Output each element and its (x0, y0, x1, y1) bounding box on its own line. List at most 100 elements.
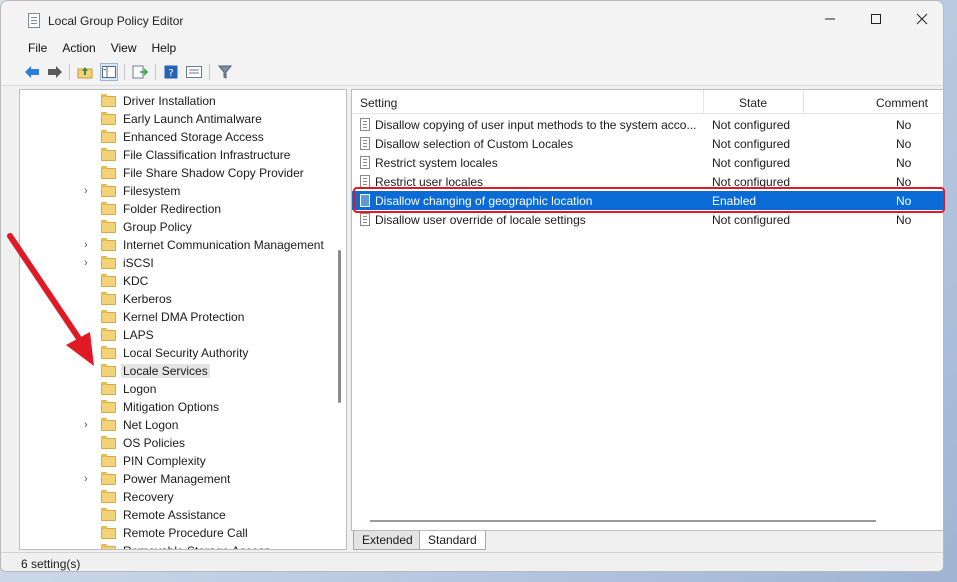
tree-item[interactable]: Logon (20, 380, 340, 398)
tree-item[interactable]: › Power Management (20, 470, 340, 488)
folder-icon (101, 436, 116, 449)
show-hide-tree-button[interactable] (100, 63, 118, 81)
tree-item-label: Local Security Authority (123, 346, 249, 360)
setting-setting-cell: Restrict system locales (375, 156, 498, 170)
tree-item[interactable]: Folder Redirection (20, 200, 340, 218)
tab-standard[interactable]: Standard (419, 531, 486, 550)
tree-item-label: File Classification Infrastructure (123, 148, 291, 162)
properties-icon (186, 66, 202, 78)
tree-item-label: iSCSI (123, 256, 154, 270)
tree-item[interactable]: Local Security Authority (20, 344, 340, 362)
tree-item[interactable]: OS Policies (20, 434, 340, 452)
folder-icon (101, 184, 116, 197)
setting-row[interactable]: Restrict system locales Not configured No (352, 153, 943, 172)
menu-action[interactable]: Action (62, 41, 95, 55)
chevron-right-icon[interactable]: › (84, 419, 94, 431)
tree-item-label: Kerberos (123, 292, 172, 306)
forward-button[interactable] (46, 63, 64, 81)
folder-icon (101, 346, 116, 359)
chevron-right-icon[interactable]: › (84, 185, 94, 197)
setting-comment-cell: No (896, 118, 912, 132)
setting-comment-cell: No (896, 213, 912, 227)
toolbar: ? (1, 59, 943, 86)
tree-item[interactable]: › Internet Communication Management (20, 236, 340, 254)
filter-icon (218, 65, 232, 79)
tree-item[interactable]: Enhanced Storage Access (20, 128, 340, 146)
tree-item[interactable]: Recovery (20, 488, 340, 506)
tree-item[interactable]: Kernel DMA Protection (20, 308, 340, 326)
menu-help[interactable]: Help (152, 41, 177, 55)
column-setting[interactable]: Setting (360, 96, 397, 110)
show-hide-tree-icon (102, 66, 116, 78)
tree-item[interactable]: › Filesystem (20, 182, 340, 200)
tree-item[interactable]: Mitigation Options (20, 398, 340, 416)
category-tree[interactable]: Driver Installation Early Launch Antimalw… (19, 89, 347, 550)
tree-item[interactable]: › Net Logon (20, 416, 340, 434)
tree-item-label: Enhanced Storage Access (123, 130, 264, 144)
folder-icon (101, 112, 116, 125)
tree-item-label: File Share Shadow Copy Provider (123, 166, 304, 180)
folder-icon (101, 166, 116, 179)
annotation-highlight-box (353, 187, 945, 213)
chevron-right-icon[interactable]: › (84, 473, 94, 485)
tree-item[interactable]: File Classification Infrastructure (20, 146, 340, 164)
up-folder-button[interactable] (76, 63, 94, 81)
tree-item[interactable]: Remote Assistance (20, 506, 340, 524)
close-icon (916, 13, 928, 25)
column-state[interactable]: State (739, 96, 767, 110)
tree-item[interactable]: File Share Shadow Copy Provider (20, 164, 340, 182)
folder-icon (101, 472, 116, 485)
tree-item[interactable]: PIN Complexity (20, 452, 340, 470)
filter-button[interactable] (216, 63, 234, 81)
tab-extended[interactable]: Extended (353, 531, 422, 550)
minimize-button[interactable] (807, 1, 853, 37)
tree-item-label: Mitigation Options (123, 400, 220, 414)
column-comment[interactable]: Comment (876, 96, 928, 110)
tree-item[interactable]: Kerberos (20, 290, 340, 308)
policy-setting-icon (360, 213, 370, 226)
menu-file[interactable]: File (28, 41, 47, 55)
tree-item-label: Early Launch Antimalware (123, 112, 262, 126)
menu-view[interactable]: View (111, 41, 137, 55)
tree-item-label: PIN Complexity (123, 454, 206, 468)
tree-item[interactable]: Locale Services (20, 362, 340, 380)
tree-item-label: Net Logon (123, 418, 179, 432)
tree-item[interactable]: KDC (20, 272, 340, 290)
folder-icon (101, 148, 116, 161)
export-list-icon (132, 65, 148, 79)
folder-icon (101, 382, 116, 395)
tree-item-label: Folder Redirection (123, 202, 222, 216)
setting-row[interactable]: Disallow selection of Custom Locales Not … (352, 134, 943, 153)
folder-icon (101, 544, 116, 549)
tree-item-label: Locale Services (121, 364, 210, 378)
export-list-button[interactable] (131, 63, 149, 81)
tree-item[interactable]: › iSCSI (20, 254, 340, 272)
horizontal-scrollbar[interactable] (370, 520, 876, 522)
chevron-right-icon[interactable]: › (84, 239, 94, 251)
tree-scrollbar[interactable] (338, 250, 341, 403)
folder-icon (101, 526, 116, 539)
settings-list[interactable]: Setting State Comment Disallow copying o… (351, 89, 943, 531)
maximize-button[interactable] (853, 1, 899, 37)
tree-item[interactable]: LAPS (20, 326, 340, 344)
tree-item[interactable]: Removable Storage Access (20, 542, 340, 549)
folder-icon (101, 310, 116, 323)
folder-icon (101, 364, 116, 377)
setting-setting-cell: Disallow selection of Custom Locales (375, 137, 574, 151)
back-button[interactable] (23, 63, 41, 81)
chevron-right-icon[interactable]: › (84, 257, 94, 269)
tree-item[interactable]: Remote Procedure Call (20, 524, 340, 542)
setting-row[interactable]: Disallow copying of user input methods t… (352, 115, 943, 134)
tree-item[interactable]: Driver Installation (20, 92, 340, 110)
folder-icon (101, 508, 116, 521)
close-button[interactable] (899, 1, 943, 37)
help-button[interactable]: ? (162, 63, 180, 81)
minimize-icon (825, 18, 835, 20)
tree-item[interactable]: Group Policy (20, 218, 340, 236)
properties-button[interactable] (185, 63, 203, 81)
tree-item-label: Remote Procedure Call (123, 526, 248, 540)
folder-icon (101, 418, 116, 431)
setting-state-cell: Not configured (712, 137, 791, 151)
tree-item[interactable]: Early Launch Antimalware (20, 110, 340, 128)
folder-icon (101, 490, 116, 503)
